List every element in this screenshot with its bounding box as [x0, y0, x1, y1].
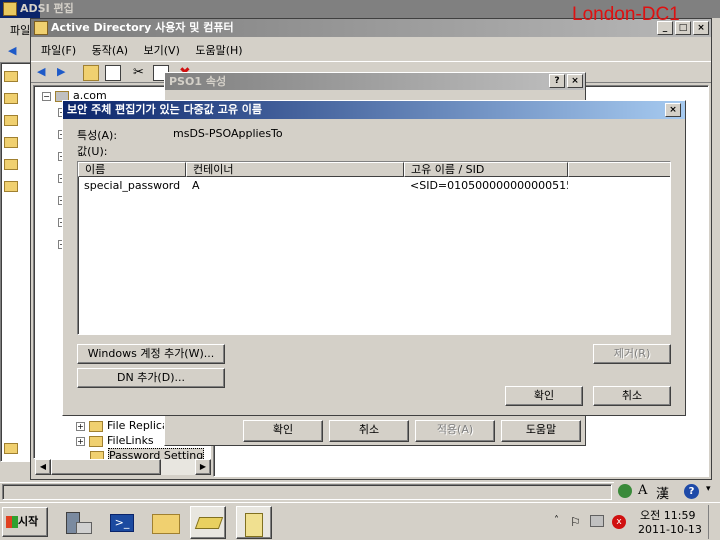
folder-icon	[4, 91, 22, 104]
row-container-cell: A	[192, 179, 200, 192]
aduc-app-icon	[34, 21, 48, 35]
attribute-value: msDS-PSOAppliesTo	[173, 127, 283, 140]
pso-help-button[interactable]: 도움말	[501, 420, 581, 442]
ime-mode-letter[interactable]: A	[638, 483, 647, 498]
powershell-icon[interactable]: >_	[104, 506, 140, 539]
row-dn-cell: <SID=010500000000000515000...	[410, 179, 568, 192]
adsi-status-pane	[2, 484, 612, 500]
menu-file[interactable]: 파일(F)	[41, 44, 76, 57]
add-dn-button[interactable]: DN 추가(D)...	[77, 368, 225, 388]
folder-icon	[89, 420, 103, 432]
start-button[interactable]: 시작	[2, 507, 48, 537]
notification-area: ˄ ⚐ x 오전 11:59 2011-10-13	[550, 505, 718, 539]
adsi-edit-task-icon[interactable]	[190, 506, 226, 539]
editor-title: 보안 주체 편집기가 있는 다중값 고유 이름	[67, 103, 263, 116]
attribute-label: 특성(A):	[77, 129, 118, 142]
adsi-app-icon	[3, 2, 17, 16]
adsi-back-icon[interactable]: ◀	[8, 44, 22, 58]
action-center-flag-icon[interactable]: ⚐	[570, 515, 581, 529]
tree-item-filelinks[interactable]: + FileLinks	[76, 433, 154, 448]
clock-date[interactable]: 2011-10-13	[638, 523, 702, 536]
folder-icon	[89, 435, 103, 447]
tree-item-label: File Replica	[107, 419, 169, 432]
menu-help[interactable]: 도움말(H)	[195, 44, 242, 57]
menu-action[interactable]: 동작(A)	[92, 44, 128, 57]
close-button[interactable]: ×	[567, 74, 583, 88]
help-button[interactable]: ?	[549, 74, 565, 88]
show-hide-tree-icon[interactable]	[105, 65, 121, 81]
folder-icon	[4, 135, 22, 148]
clock-time[interactable]: 오전 11:59	[640, 507, 695, 523]
adsi-tree-strip	[0, 62, 32, 462]
pso-apply-button[interactable]: 적용(A)	[415, 420, 495, 442]
pso-title-bar: PSO1 속성 ? ×	[165, 73, 585, 90]
server-name-watermark: London-DC1	[572, 4, 680, 25]
volume-muted-icon[interactable]: x	[612, 515, 626, 529]
folder-icon	[4, 179, 22, 192]
scroll-thumb[interactable]	[51, 459, 161, 475]
language-bar: A 漢 ? ▾	[614, 482, 720, 502]
multivalue-editor-dialog: 보안 주체 편집기가 있는 다중값 고유 이름 × 특성(A): msDS-PS…	[62, 100, 686, 416]
aduc-task-icon[interactable]	[236, 506, 272, 539]
aduc-menu-bar: 파일(F) 동작(A) 보기(V) 도움말(H)	[41, 42, 255, 58]
close-button[interactable]: ×	[665, 103, 681, 117]
tree-item-label: FileLinks	[107, 434, 154, 447]
network-icon[interactable]	[590, 515, 604, 527]
aduc-title: Active Directory 사용자 및 컴퓨터	[51, 21, 234, 34]
tree-item-file-replica[interactable]: + File Replica	[76, 418, 169, 433]
ime-hanja[interactable]: 漢	[656, 483, 669, 502]
values-label: 값(U):	[77, 145, 108, 158]
adsi-menu-file[interactable]: 파일	[10, 22, 30, 38]
pso-cancel-button[interactable]: 취소	[329, 420, 409, 442]
folder-icon	[4, 441, 22, 454]
show-desktop-button[interactable]	[708, 505, 718, 539]
remove-button[interactable]: 제거(R)	[593, 344, 671, 364]
forward-icon[interactable]: ▶	[57, 65, 73, 81]
editor-ok-button[interactable]: 확인	[505, 386, 583, 406]
adsi-title: ADSI 편집	[20, 2, 74, 15]
cut-icon[interactable]: ✂	[133, 65, 149, 81]
folder-icon	[4, 113, 22, 126]
explorer-icon[interactable]	[148, 506, 184, 539]
show-hidden-icons[interactable]: ˄	[554, 515, 559, 526]
tree-horizontal-scrollbar[interactable]: ◀ ▶	[35, 459, 211, 475]
taskbar: 시작 >_ ˄ ⚐ x 오전 11:59 2011-10-13	[0, 502, 720, 540]
help-icon[interactable]: ?	[684, 484, 699, 499]
start-label: 시작	[18, 515, 39, 528]
folder-icon	[4, 69, 22, 82]
folder-icon	[4, 157, 22, 170]
row-name-cell: special_password	[84, 179, 181, 192]
back-icon[interactable]: ◀	[37, 65, 53, 81]
options-icon[interactable]: ▾	[706, 484, 711, 494]
values-list-view[interactable]: 이름 컨테이너 고유 이름 / SID special_password A <…	[77, 161, 671, 335]
collapse-icon[interactable]: −	[42, 91, 51, 101]
language-icon[interactable]	[618, 484, 632, 498]
editor-cancel-button[interactable]: 취소	[593, 386, 671, 406]
scroll-right-icon[interactable]: ▶	[195, 459, 211, 475]
pso-title: PSO1 속성	[169, 75, 227, 88]
table-row[interactable]: special_password A <SID=0105000000000005…	[78, 162, 670, 196]
server-manager-icon[interactable]	[60, 506, 96, 539]
up-folder-icon[interactable]	[83, 65, 99, 81]
scroll-left-icon[interactable]: ◀	[35, 459, 51, 475]
close-button[interactable]: ×	[693, 21, 709, 35]
editor-title-bar: 보안 주체 편집기가 있는 다중값 고유 이름 ×	[63, 101, 685, 119]
pso-ok-button[interactable]: 확인	[243, 420, 323, 442]
windows-logo-icon	[6, 516, 18, 528]
menu-view[interactable]: 보기(V)	[144, 44, 180, 57]
add-windows-account-button[interactable]: Windows 계정 추가(W)...	[77, 344, 225, 364]
